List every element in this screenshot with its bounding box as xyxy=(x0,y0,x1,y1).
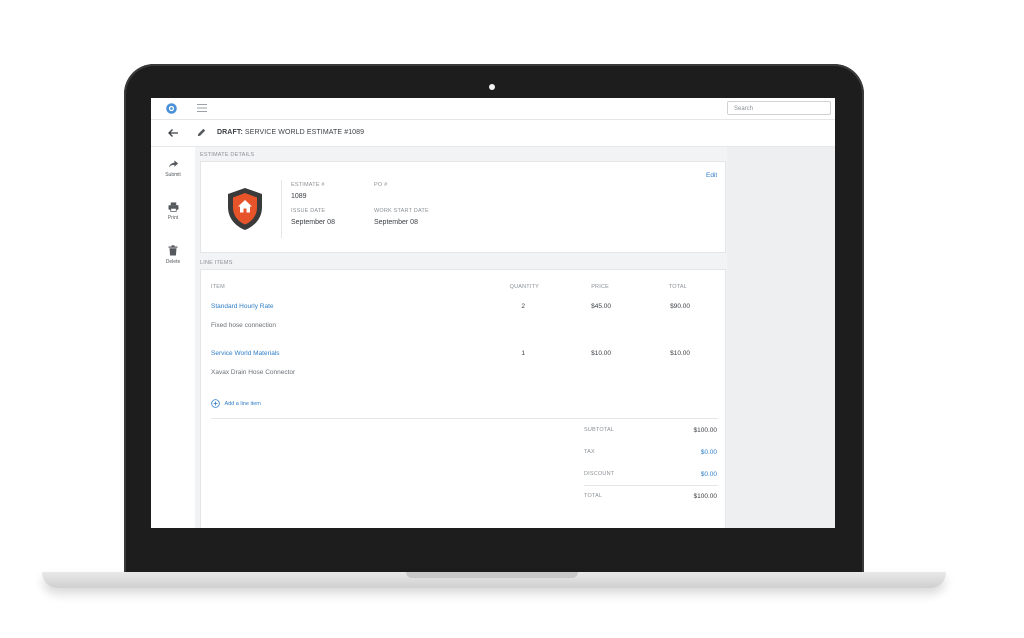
quantity-column-header: QUANTITY xyxy=(509,284,539,290)
work-start-date-value: September 08 xyxy=(374,219,418,226)
app-screen: Search DRAFT: SERVICE WORLD ESTIMATE #10… xyxy=(151,98,835,528)
line-item-quantity: 2 xyxy=(521,303,525,310)
title-bar: DRAFT: SERVICE WORLD ESTIMATE #1089 xyxy=(151,120,835,147)
search-input[interactable]: Search xyxy=(727,101,831,115)
tax-label: TAX xyxy=(584,449,595,455)
line-item-description: Fixed hose connection xyxy=(211,322,277,329)
discount-value[interactable]: $0.00 xyxy=(671,471,717,478)
work-start-date-label: WORK START DATE xyxy=(374,208,429,214)
line-items-card: ITEM QUANTITY PRICE TOTAL Standard Hourl… xyxy=(200,269,726,528)
estimate-details-heading: ESTIMATE DETAILS xyxy=(200,152,255,158)
item-column-header: ITEM xyxy=(211,284,225,290)
line-item-name[interactable]: Standard Hourly Rate xyxy=(211,303,274,310)
line-item-price: $10.00 xyxy=(591,350,611,357)
print-label: Print xyxy=(167,215,179,221)
gear-logo-icon[interactable] xyxy=(165,102,178,115)
laptop-base-notch xyxy=(406,572,578,578)
price-column-header: PRICE xyxy=(591,284,609,290)
estimate-details-card: ESTIMATE # 1089 PO # ISSUE DATE Septembe… xyxy=(200,161,726,253)
top-bar: Search xyxy=(151,98,835,120)
draft-prefix: DRAFT: xyxy=(217,129,243,136)
add-line-item-label: Add a line item xyxy=(224,400,261,407)
delete-label: Delete xyxy=(165,259,181,265)
estimate-number-value: 1089 xyxy=(291,193,307,200)
page-title: DRAFT: SERVICE WORLD ESTIMATE #1089 xyxy=(217,129,364,136)
webcam xyxy=(489,84,495,90)
vertical-divider xyxy=(281,180,282,238)
printer-icon xyxy=(168,202,178,212)
share-arrow-icon xyxy=(168,160,178,168)
tax-value[interactable]: $0.00 xyxy=(671,449,717,456)
line-items-heading: LINE ITEMS xyxy=(200,260,233,266)
line-item-description: Xavax Drain Hose Connector xyxy=(211,369,296,376)
estimate-title: SERVICE WORLD ESTIMATE #1089 xyxy=(244,129,365,136)
total-value: $100.00 xyxy=(693,493,718,500)
totals-divider xyxy=(584,485,718,486)
discount-label: DISCOUNT xyxy=(584,471,615,477)
main-content: ESTIMATE DETAILS ESTIMATE # 1089 PO # IS… xyxy=(195,147,727,528)
back-arrow-icon[interactable] xyxy=(167,127,179,139)
shield-house-logo-icon xyxy=(228,188,262,230)
delete-button[interactable]: Delete xyxy=(151,245,195,265)
submit-button[interactable]: Submit xyxy=(151,159,195,178)
line-item-total: $90.00 xyxy=(670,303,690,310)
submit-label: Submit xyxy=(165,172,181,178)
edit-link[interactable]: Edit xyxy=(706,172,717,179)
action-sidebar: Submit Print Delete xyxy=(151,147,195,528)
plus-circle-icon xyxy=(211,399,220,409)
total-label: TOTAL xyxy=(584,493,603,499)
issue-date-value: September 08 xyxy=(291,219,335,226)
line-item-name[interactable]: Service World Materials xyxy=(211,350,280,357)
subtotal-label: SUBTOTAL xyxy=(584,427,615,433)
issue-date-label: ISSUE DATE xyxy=(291,208,326,214)
line-item-price: $45.00 xyxy=(591,303,611,310)
line-items-divider xyxy=(211,418,718,419)
hamburger-menu-icon[interactable] xyxy=(197,104,207,112)
add-line-item-button[interactable]: Add a line item xyxy=(211,395,261,413)
trash-icon xyxy=(168,245,178,256)
print-button[interactable]: Print xyxy=(151,202,195,221)
po-number-label: PO # xyxy=(374,182,388,188)
subtotal-value: $100.00 xyxy=(693,427,718,434)
line-item-total: $10.00 xyxy=(670,350,690,357)
pencil-icon[interactable] xyxy=(196,127,207,138)
estimate-number-label: ESTIMATE # xyxy=(291,182,325,188)
line-item-quantity: 1 xyxy=(521,350,525,357)
total-column-header: TOTAL xyxy=(668,284,687,290)
right-panel xyxy=(727,147,835,528)
